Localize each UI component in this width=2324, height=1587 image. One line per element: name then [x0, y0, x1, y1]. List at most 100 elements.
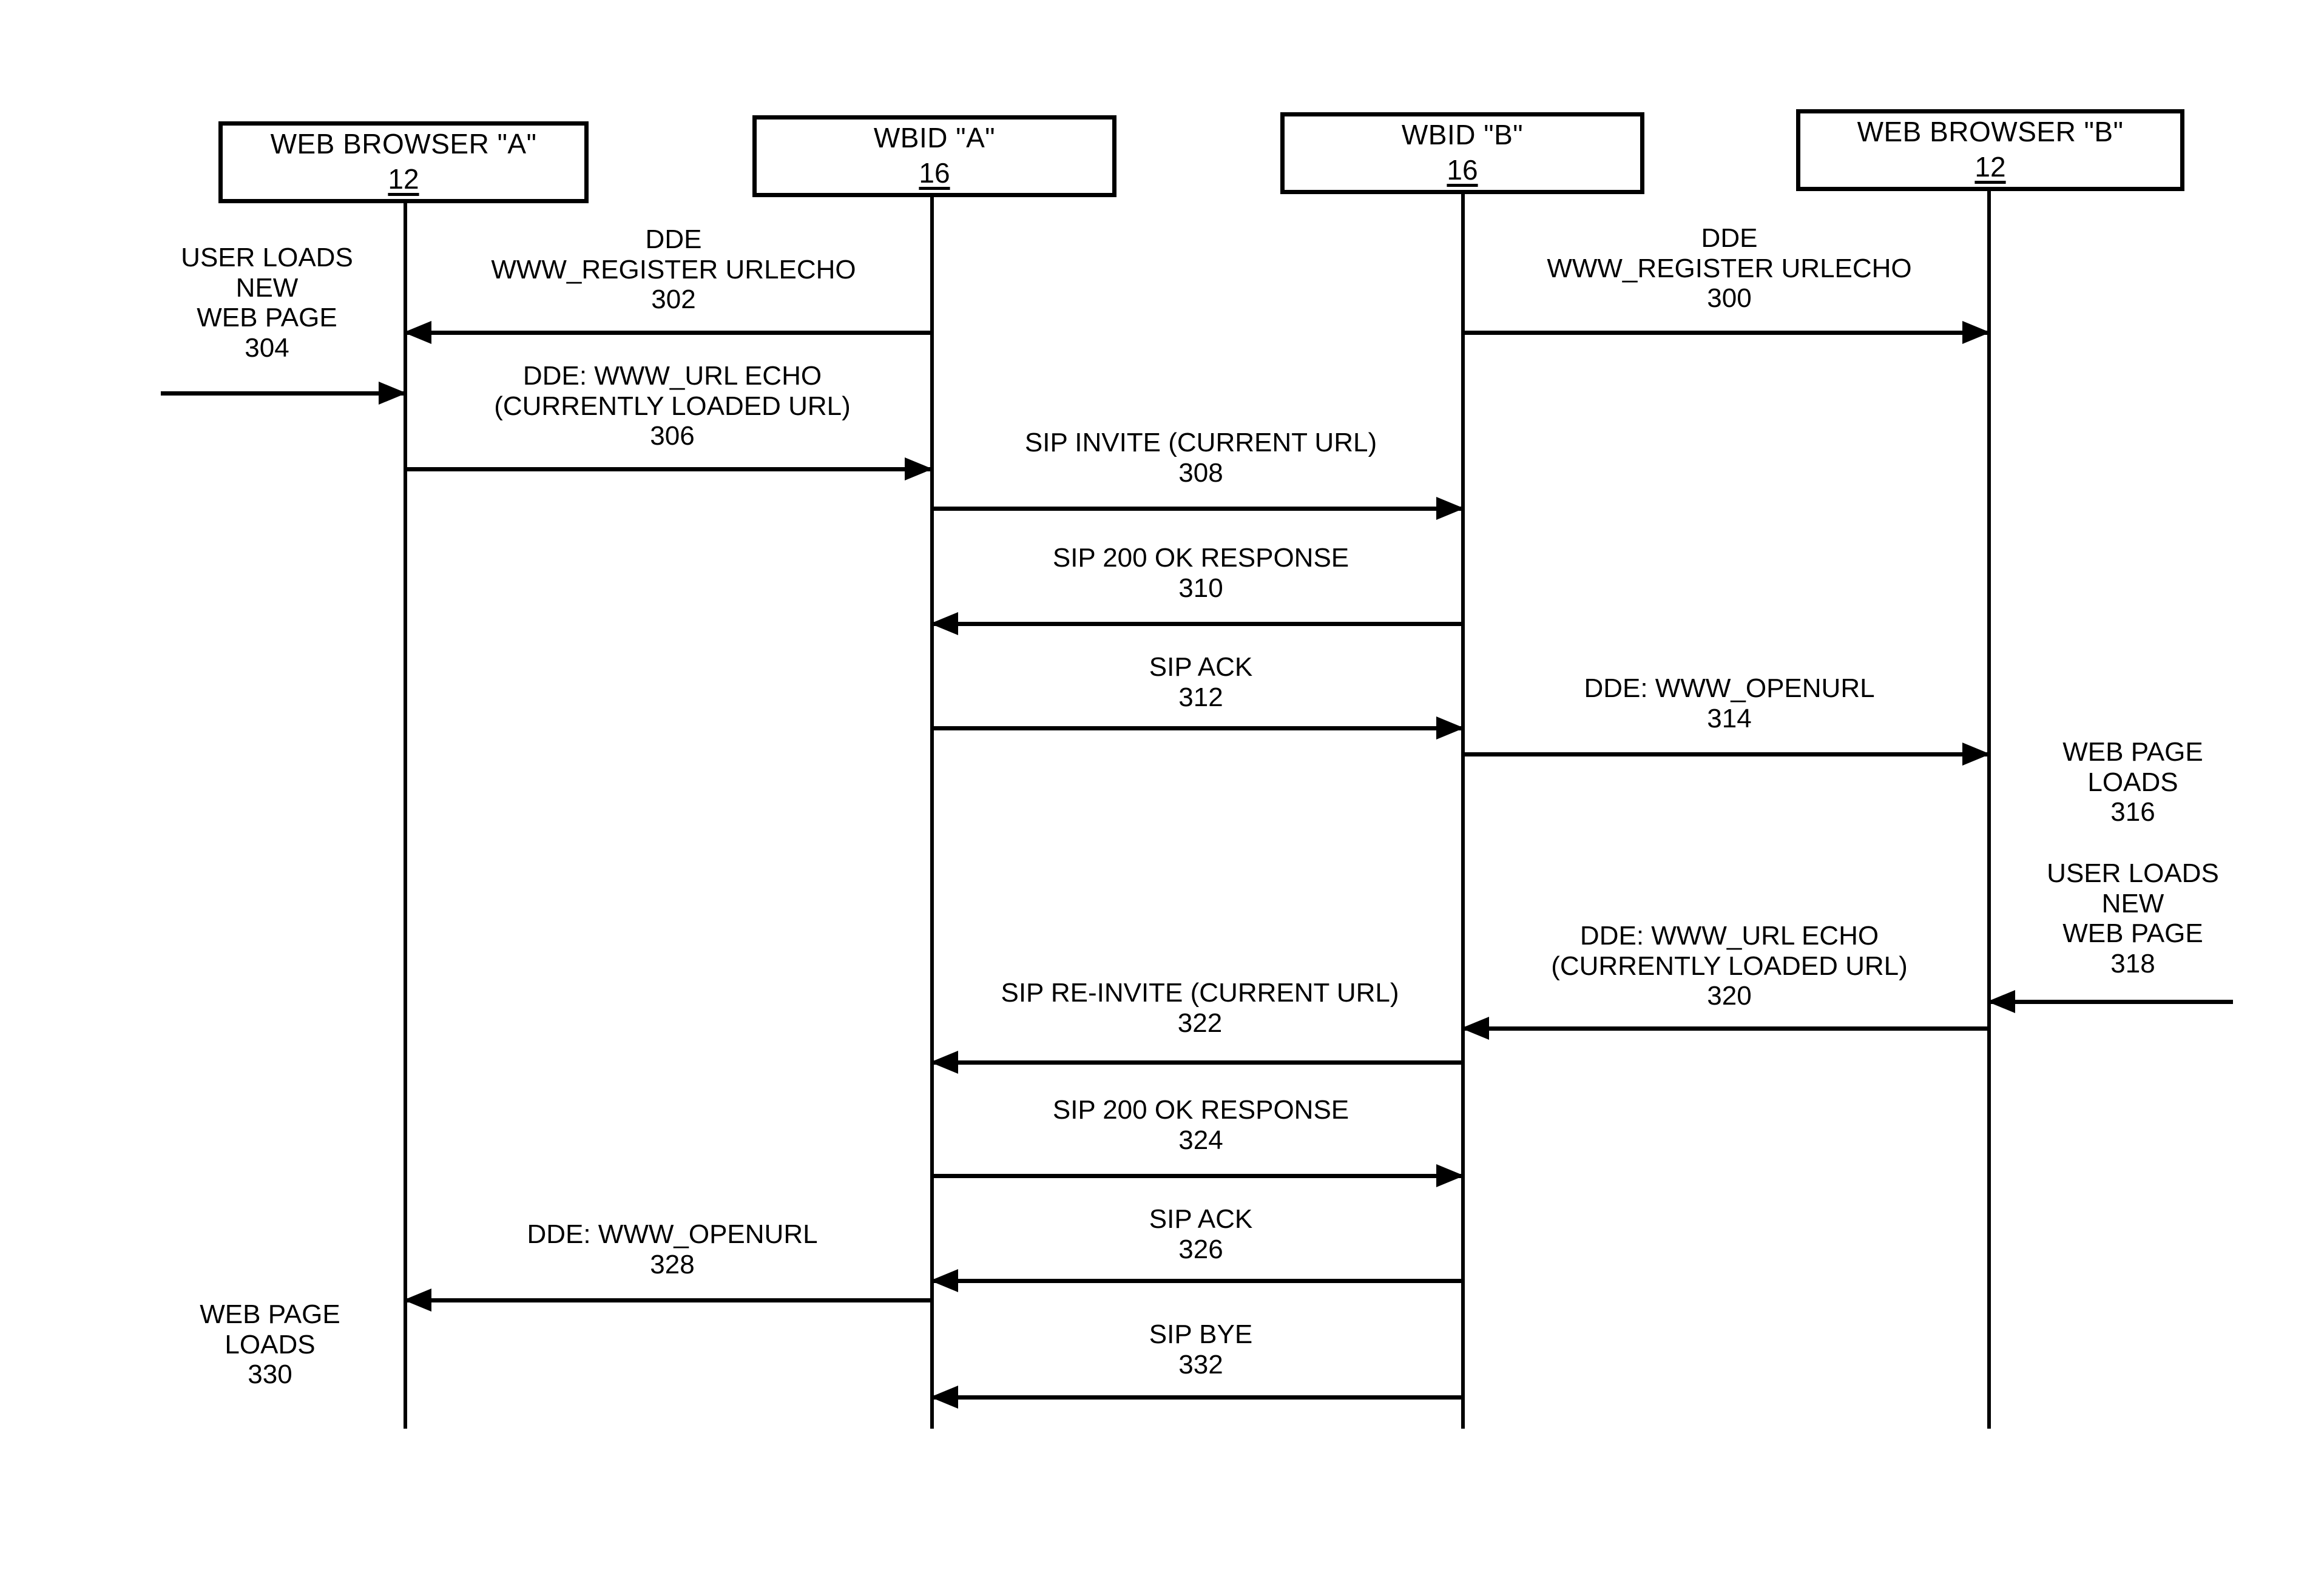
- actor-title: WBID "B": [1401, 119, 1524, 151]
- arrow-shaft: [930, 1174, 1464, 1178]
- message-number: 320: [1707, 981, 1752, 1011]
- message-number: 322: [1177, 1008, 1223, 1038]
- arrow-head-left: [1987, 990, 2015, 1013]
- message-label-302: DDE WWW_REGISTER URLECHO 302: [413, 224, 934, 315]
- arrow-head-left: [404, 321, 431, 344]
- arrow-head-left: [404, 1289, 431, 1312]
- message-line: SIP INVITE (CURRENT URL): [1024, 428, 1377, 457]
- arrow-head-right: [1962, 321, 1990, 344]
- arrow-head-right: [905, 457, 933, 480]
- annotation-line: USER LOADS: [181, 243, 353, 272]
- annotation-line: LOADS: [2087, 767, 2178, 797]
- annotation-line: LOADS: [225, 1329, 316, 1360]
- annotation-318: USER LOADS NEW WEB PAGE 318: [2002, 858, 2263, 979]
- message-label-314: DDE: WWW_OPENURL 314: [1468, 673, 1990, 733]
- message-line: WWW_REGISTER URLECHO: [1547, 253, 1912, 283]
- message-line: DDE: WWW_OPENURL: [527, 1219, 818, 1249]
- arrow-head-left: [930, 1051, 958, 1074]
- arrow-shaft: [930, 1060, 1464, 1065]
- message-line: SIP RE-INVITE (CURRENT URL): [1001, 978, 1399, 1008]
- annotation-number: 304: [245, 333, 289, 363]
- arrow-head-right: [1436, 1164, 1464, 1187]
- message-label-300: DDE WWW_REGISTER URLECHO 300: [1468, 223, 1990, 314]
- message-number: 314: [1707, 703, 1752, 733]
- message-line: DDE: [645, 224, 702, 254]
- arrow-shaft: [404, 467, 933, 471]
- message-line: SIP ACK: [1149, 652, 1253, 682]
- arrow-head-left: [930, 1269, 958, 1292]
- actor-reference-number: 16: [919, 157, 950, 189]
- arrow-shaft: [1461, 1026, 1990, 1031]
- annotation-304: USER LOADS NEW WEB PAGE 304: [140, 243, 394, 363]
- actor-title: WBID "A": [873, 122, 996, 154]
- actor-box-wbid-b: WBID "B" 16: [1280, 112, 1644, 194]
- arrow-shaft: [1987, 1000, 2233, 1004]
- arrow-shaft: [930, 1395, 1464, 1400]
- message-number: 328: [650, 1249, 695, 1279]
- annotation-line: WEB PAGE: [197, 303, 337, 333]
- arrow-shaft: [930, 1279, 1464, 1283]
- message-label-312: SIP ACK 312: [937, 652, 1464, 712]
- arrow-head-left: [930, 612, 958, 635]
- message-label-308: SIP INVITE (CURRENT URL) 308: [937, 428, 1464, 488]
- message-line: SIP 200 OK RESPONSE: [1052, 1095, 1349, 1125]
- arrow-head-left: [930, 1386, 958, 1409]
- arrow-head-right: [379, 382, 407, 405]
- message-label-310: SIP 200 OK RESPONSE 310: [937, 543, 1464, 603]
- arrow-head-right: [1436, 716, 1464, 740]
- message-number: 332: [1178, 1349, 1223, 1380]
- arrow-head-right: [1436, 497, 1464, 520]
- message-label-320: DDE: WWW_URL ECHO (CURRENTLY LOADED URL)…: [1468, 921, 1990, 1011]
- message-label-306: DDE: WWW_URL ECHO (CURRENTLY LOADED URL)…: [411, 361, 933, 451]
- annotation-line: WEB PAGE: [200, 1299, 340, 1329]
- message-number: 308: [1178, 457, 1223, 488]
- actor-box-browser-a: WEB BROWSER "A" 12: [218, 121, 589, 203]
- message-label-328: DDE: WWW_OPENURL 328: [411, 1219, 933, 1279]
- figure-canvas: WEB BROWSER "A" 12 WBID "A" 16 WBID "B" …: [0, 0, 2324, 1587]
- annotation-number: 316: [2110, 797, 2155, 827]
- message-number: 324: [1178, 1125, 1223, 1155]
- arrow-shaft: [930, 726, 1464, 730]
- actor-reference-number: 12: [388, 163, 419, 195]
- message-line: WWW_REGISTER URLECHO: [491, 254, 856, 285]
- message-line: DDE: WWW_URL ECHO: [522, 361, 822, 391]
- annotation-line: NEW: [235, 272, 299, 303]
- actor-reference-number: 16: [1447, 153, 1478, 186]
- message-number: 310: [1178, 573, 1223, 603]
- message-line: DDE: WWW_OPENURL: [1584, 673, 1875, 703]
- lifeline-browser-b: [1987, 191, 1991, 1429]
- message-number: 302: [651, 285, 696, 315]
- annotation-line: WEB PAGE: [2062, 918, 2203, 949]
- actor-box-browser-b: WEB BROWSER "B" 12: [1796, 109, 2184, 191]
- arrow-shaft: [1461, 752, 1990, 756]
- annotation-line: NEW: [2101, 888, 2164, 918]
- arrow-shaft: [930, 622, 1464, 626]
- annotation-line: WEB PAGE: [2062, 737, 2203, 767]
- arrow-head-right: [1962, 743, 1990, 766]
- actor-reference-number: 12: [1974, 150, 2006, 183]
- annotation-line: USER LOADS: [2047, 858, 2219, 888]
- annotation-330: WEB PAGE LOADS 330: [143, 1299, 397, 1390]
- actor-title: WEB BROWSER "A": [270, 128, 537, 160]
- arrow-shaft: [404, 331, 933, 335]
- message-number: 306: [650, 421, 695, 451]
- message-label-326: SIP ACK 326: [937, 1204, 1464, 1264]
- arrow-shaft: [404, 1298, 933, 1302]
- message-number: 300: [1707, 283, 1752, 314]
- message-label-324: SIP 200 OK RESPONSE 324: [937, 1095, 1464, 1155]
- message-label-322: SIP RE-INVITE (CURRENT URL) 322: [934, 978, 1465, 1038]
- annotation-316: WEB PAGE LOADS 316: [2002, 737, 2263, 827]
- annotation-number: 330: [248, 1360, 292, 1390]
- arrow-shaft: [930, 507, 1464, 511]
- message-line: (CURRENTLY LOADED URL): [1551, 951, 1908, 981]
- message-line: DDE: [1701, 223, 1758, 253]
- message-number: 326: [1178, 1234, 1223, 1264]
- annotation-number: 318: [2110, 949, 2155, 979]
- arrow-shaft: [1461, 331, 1990, 335]
- message-line: DDE: WWW_URL ECHO: [1579, 921, 1879, 951]
- actor-title: WEB BROWSER "B": [1857, 116, 2124, 148]
- message-line: SIP 200 OK RESPONSE: [1052, 543, 1349, 573]
- message-line: SIP BYE: [1149, 1319, 1253, 1349]
- message-line: (CURRENTLY LOADED URL): [494, 391, 851, 421]
- message-number: 312: [1178, 682, 1223, 712]
